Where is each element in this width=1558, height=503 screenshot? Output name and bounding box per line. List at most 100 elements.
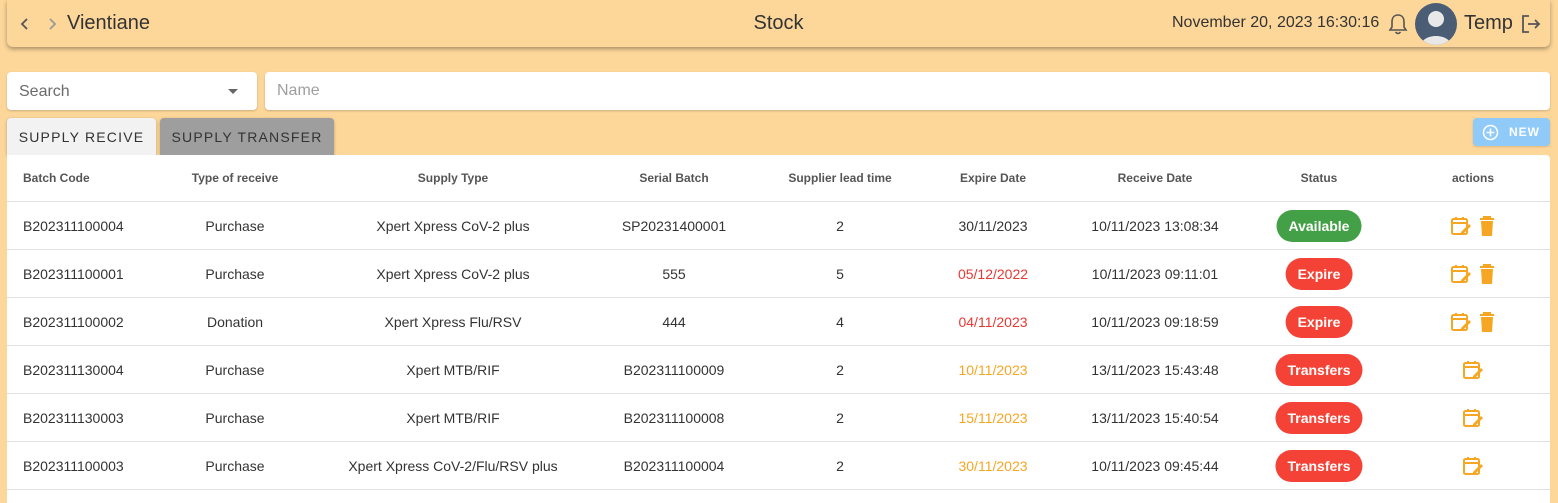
cell-receive: 13/11/2023 15:40:54 (1091, 409, 1219, 426)
status-cell: Transfers (1275, 442, 1363, 489)
user-avatar[interactable] (1415, 3, 1457, 45)
cell-type: Purchase (205, 409, 265, 426)
status-cell: Expire (1285, 250, 1353, 297)
cell-batch-code: B202311130003 (23, 409, 124, 426)
status-cell: Transfers (1275, 346, 1363, 393)
cell-expire: 30/11/2023 (958, 217, 1028, 234)
cell-supply-type: Xpert Xpress CoV-2 plus (376, 265, 530, 282)
calendar-edit-icon[interactable] (1450, 311, 1472, 333)
status-cell: Expire (1285, 298, 1353, 345)
logout-icon[interactable] (1520, 13, 1542, 35)
trash-icon[interactable] (1478, 311, 1496, 333)
cell-batch-code: B202311100004 (23, 217, 124, 234)
actions-cell (1450, 298, 1496, 345)
column-header[interactable]: Supplier lead time (788, 155, 891, 201)
cell-lead-time: 2 (836, 361, 844, 378)
cell-batch-code: B202311100003 (23, 457, 124, 474)
cell-expire: 04/11/2023 (958, 313, 1028, 330)
cell-supply-type: Xpert MTB/RIF (406, 361, 500, 378)
plus-circle-icon (1482, 124, 1499, 140)
forward-chevron-icon[interactable] (42, 12, 62, 36)
name-search-input[interactable] (265, 72, 1550, 110)
status-badge: Transfers (1275, 449, 1363, 482)
bell-icon[interactable] (1387, 12, 1409, 36)
cell-type: Purchase (205, 217, 265, 234)
table-row[interactable]: B202311100001 Purchase Xpert Xpress CoV-2 … (7, 250, 1550, 298)
trash-icon[interactable] (1478, 263, 1496, 285)
status-cell: Transfers (1275, 394, 1363, 441)
username[interactable]: Temp (1464, 12, 1513, 35)
column-header[interactable]: Serial Batch (639, 155, 708, 201)
status-badge: Available (1276, 209, 1362, 242)
cell-type: Purchase (205, 361, 265, 378)
table-row[interactable]: B202311100004 Purchase Xpert Xpress CoV-2 … (7, 202, 1550, 250)
status-cell: Available (1276, 202, 1362, 249)
cell-supply-type: Xpert MTB/RIF (406, 409, 500, 426)
column-header[interactable]: Batch Code (23, 155, 90, 201)
column-header[interactable]: Supply Type (418, 155, 488, 201)
cell-batch-code: B202311100001 (23, 265, 124, 282)
cell-lead-time: 2 (836, 217, 844, 234)
cell-receive: 10/11/2023 09:18:59 (1091, 313, 1219, 330)
table-row[interactable]: B202311100003 Purchase Xpert Xpress CoV-2/… (7, 442, 1550, 490)
status-badge: Expire (1285, 305, 1353, 338)
cell-batch-code: B202311130004 (23, 361, 124, 378)
dropdown-arrow-icon (228, 89, 238, 94)
back-chevron-icon[interactable] (15, 12, 35, 36)
actions-cell (1462, 394, 1484, 441)
cell-type: Purchase (205, 265, 265, 282)
cell-lead-time: 4 (836, 313, 844, 330)
actions-cell (1450, 202, 1496, 249)
cell-expire: 15/11/2023 (958, 409, 1028, 426)
table-header-row: Batch Code Type of receive Supply Type S… (7, 155, 1550, 202)
top-app-bar: Vientiane Stock November 20, 2023 16:30:… (7, 0, 1550, 47)
calendar-edit-icon[interactable] (1462, 407, 1484, 429)
cell-type: Purchase (205, 457, 265, 474)
status-badge: Transfers (1275, 401, 1363, 434)
actions-cell (1462, 346, 1484, 393)
calendar-edit-icon[interactable] (1462, 455, 1484, 477)
stock-table: Batch Code Type of receive Supply Type S… (7, 155, 1550, 503)
current-datetime: November 20, 2023 16:30:16 (1172, 14, 1380, 31)
calendar-edit-icon[interactable] (1462, 359, 1484, 381)
cell-serial: 444 (662, 313, 686, 330)
cell-supply-type: Xpert Xpress CoV-2 plus (376, 217, 530, 234)
calendar-edit-icon[interactable] (1450, 215, 1472, 237)
cell-expire: 05/12/2022 (957, 265, 1029, 282)
column-header: actions (1451, 171, 1495, 185)
cell-serial: B202311100009 (623, 361, 725, 378)
column-header[interactable]: Expire Date (960, 155, 1026, 201)
tab-supply-receive[interactable]: SUPPLY RECIVE (7, 118, 156, 155)
location-title: Vientiane (67, 12, 151, 34)
new-button-label: NEW (1509, 125, 1540, 139)
status-badge: Expire (1285, 257, 1353, 290)
cell-type: Donation (206, 313, 264, 330)
cell-serial: B202311100008 (623, 409, 725, 426)
search-select-value: Search (19, 83, 70, 100)
actions-cell (1450, 250, 1496, 297)
cell-receive: 10/11/2023 09:45:44 (1091, 457, 1219, 474)
cell-receive: 13/11/2023 15:43:48 (1091, 361, 1219, 378)
cell-serial: SP20231400001 (621, 217, 727, 234)
table-row[interactable]: B202311130003 Purchase Xpert MTB/RIF B20231… (7, 394, 1550, 442)
tab-supply-transfer[interactable]: SUPPLY TRANSFER (160, 118, 334, 155)
calendar-edit-icon[interactable] (1450, 263, 1472, 285)
cell-lead-time: 2 (836, 409, 844, 426)
cell-expire: 10/11/2023 (958, 361, 1028, 378)
trash-icon[interactable] (1478, 215, 1496, 237)
column-header[interactable]: Status (1301, 155, 1338, 201)
cell-serial: B202311100004 (623, 457, 725, 474)
cell-supply-type: Xpert Xpress CoV-2/Flu/RSV plus (348, 457, 558, 474)
actions-cell (1462, 442, 1484, 489)
new-button[interactable]: NEW (1473, 118, 1550, 146)
cell-supply-type: Xpert Xpress Flu/RSV (384, 313, 522, 330)
cell-lead-time: 2 (836, 457, 844, 474)
cell-expire: 30/11/2023 (958, 457, 1028, 474)
status-badge: Transfers (1275, 353, 1363, 386)
column-header[interactable]: Receive Date (1118, 155, 1193, 201)
table-row[interactable]: B202311130004 Purchase Xpert MTB/RIF B20231… (7, 346, 1550, 394)
table-row[interactable]: B202311100002 Donation Xpert Xpress Flu/RS… (7, 298, 1550, 346)
cell-batch-code: B202311100002 (23, 313, 124, 330)
search-type-select[interactable]: Search (7, 72, 257, 110)
column-header[interactable]: Type of receive (192, 155, 278, 201)
